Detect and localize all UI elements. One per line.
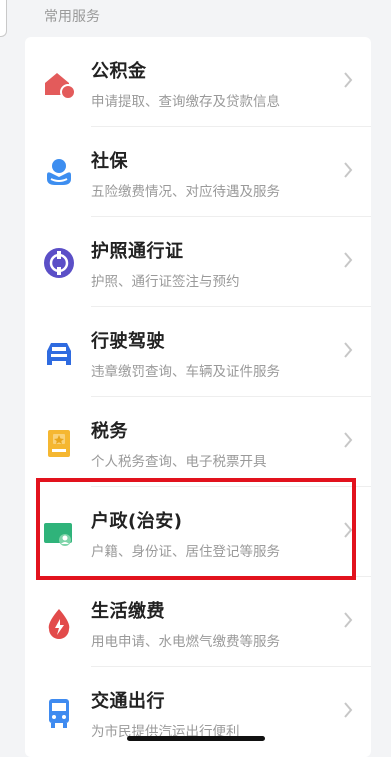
chevron-right-icon: [343, 70, 353, 90]
service-item-social-security[interactable]: 社保 五险缴费情况、对应待遇及服务: [25, 127, 371, 217]
tax-badge-icon: [41, 425, 77, 461]
service-item-transport[interactable]: 交通出行 为市民提供汽运出行便利: [25, 667, 371, 757]
globe-icon: [41, 245, 77, 281]
service-subtitle: 申请提取、查询缴存及贷款信息: [91, 94, 280, 110]
service-item-tax[interactable]: 税务 个人税务查询、电子税票开具: [25, 397, 371, 487]
service-item-driving[interactable]: 行驶驾驶 违章缴罚查询、车辆及证件服务: [25, 307, 371, 397]
chevron-right-icon: [343, 610, 353, 630]
home-indicator[interactable]: [127, 736, 265, 741]
previous-screen-edge: [0, 0, 7, 37]
house-icon: [41, 65, 77, 101]
service-item-utilities[interactable]: 生活缴费 用电申请、水电燃气缴费等服务: [25, 577, 371, 667]
service-subtitle: 个人税务查询、电子税票开具: [91, 454, 267, 470]
service-subtitle: 护照、通行证签注与预约: [91, 274, 240, 290]
water-drop-icon: [41, 605, 77, 641]
service-subtitle: 违章缴罚查询、车辆及证件服务: [91, 364, 280, 380]
service-title: 交通出行: [91, 691, 165, 712]
service-title: 公积金: [91, 61, 147, 82]
section-title: 常用服务: [44, 9, 100, 25]
service-title: 税务: [91, 421, 128, 442]
service-title: 护照通行证: [91, 241, 184, 262]
bus-icon: [41, 695, 77, 731]
service-subtitle: 用电申请、水电燃气缴费等服务: [91, 634, 280, 650]
service-title: 行驶驾驶: [91, 331, 165, 352]
highlight-box: [36, 478, 356, 580]
services-card: 公积金 申请提取、查询缴存及贷款信息 社保 五险缴费情况、对应待遇及服务 护照通…: [25, 37, 371, 757]
person-hand-icon: [41, 155, 77, 191]
chevron-right-icon: [343, 430, 353, 450]
chevron-right-icon: [343, 250, 353, 270]
service-item-passport[interactable]: 护照通行证 护照、通行证签注与预约: [25, 217, 371, 307]
service-title: 生活缴费: [91, 601, 165, 622]
chevron-right-icon: [343, 340, 353, 360]
service-title: 社保: [91, 151, 128, 172]
car-icon: [41, 335, 77, 371]
service-item-housing-fund[interactable]: 公积金 申请提取、查询缴存及贷款信息: [25, 37, 371, 127]
chevron-right-icon: [343, 700, 353, 720]
service-subtitle: 五险缴费情况、对应待遇及服务: [91, 184, 280, 200]
chevron-right-icon: [343, 160, 353, 180]
